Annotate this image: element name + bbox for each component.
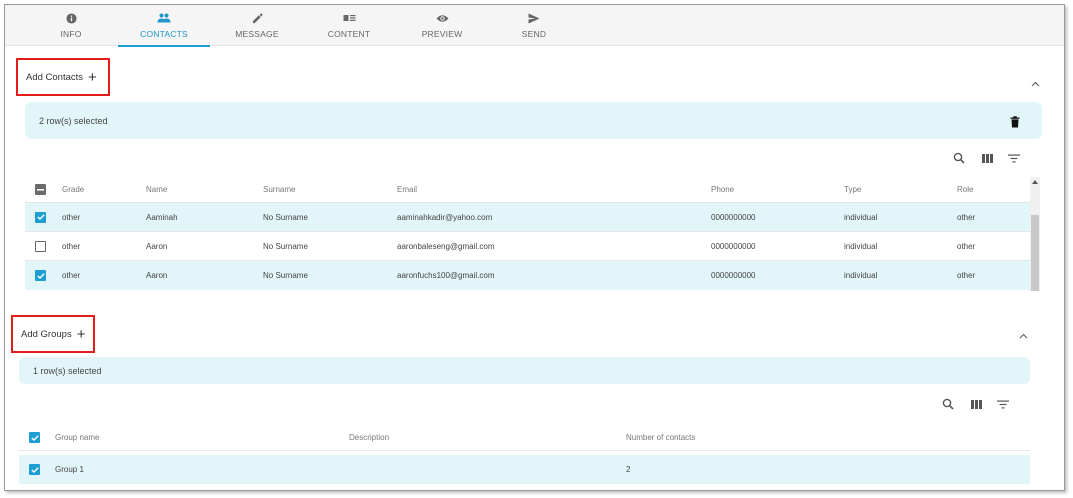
filter-icon[interactable] [1007, 151, 1021, 165]
contacts-table: Grade Name Surname Email Phone Type Role… [25, 177, 1030, 291]
cell-name: Aaminah [146, 212, 178, 222]
add-contacts-button[interactable]: Add Contacts + [16, 58, 110, 96]
plus-icon: + [88, 68, 97, 86]
select-all-groups-checkbox[interactable] [29, 432, 40, 443]
info-icon [63, 12, 79, 24]
cell-email: aaronbaleseng@gmail.com [397, 241, 495, 251]
cell-phone: 0000000000 [711, 241, 756, 251]
search-icon[interactable] [941, 397, 955, 411]
contacts-table-header: Grade Name Surname Email Phone Type Role [25, 177, 1030, 203]
column-header-group-name[interactable]: Group name [55, 425, 99, 450]
scroll-up-arrow-icon[interactable] [1032, 180, 1038, 184]
cell-surname: No Surname [263, 241, 308, 251]
tab-contacts-label: CONTACTS [140, 29, 188, 39]
columns-icon[interactable] [980, 151, 994, 165]
column-header-type[interactable]: Type [844, 177, 861, 202]
cell-phone: 0000000000 [711, 271, 756, 280]
cell-type: individual [844, 212, 878, 222]
contacts-scrollbar[interactable] [1030, 177, 1040, 291]
cell-grade: other [62, 241, 81, 251]
cell-type: individual [844, 241, 878, 251]
cell-name: Aaron [146, 271, 168, 280]
table-row[interactable]: other Aaron No Surname aaronfuchs100@gma… [25, 261, 1030, 290]
row-checkbox[interactable] [35, 211, 46, 223]
cell-phone: 0000000000 [711, 212, 756, 222]
tab-send-label: SEND [521, 29, 547, 39]
table-row[interactable]: Group 1 2 [19, 455, 1030, 484]
cell-grade: other [62, 271, 81, 280]
contacts-scroll-thumb[interactable] [1031, 215, 1039, 291]
send-icon [526, 12, 542, 24]
content-icon [341, 12, 357, 24]
chevron-up-icon[interactable] [1031, 74, 1041, 87]
cell-role: other [957, 212, 976, 222]
search-icon[interactable] [952, 151, 966, 165]
chevron-up-icon[interactable] [1019, 326, 1029, 339]
cell-number-of-contacts: 2 [626, 465, 631, 474]
cell-email: aaminahkadir@yahoo.com [397, 212, 493, 222]
cell-name: Aaron [146, 241, 168, 251]
column-header-role[interactable]: Role [957, 177, 973, 202]
columns-icon[interactable] [969, 397, 983, 411]
column-header-surname[interactable]: Surname [263, 177, 295, 202]
tab-info[interactable]: INFO [25, 5, 117, 46]
groups-selected-count: 1 row(s) selected [33, 365, 102, 376]
groups-table: Group name Description Number of contact… [19, 425, 1030, 487]
tab-content[interactable]: CONTENT [303, 5, 395, 46]
row-checkbox[interactable] [35, 240, 46, 252]
tab-message-label: MESSAGE [235, 29, 279, 39]
cell-grade: other [62, 212, 81, 222]
pencil-icon [249, 12, 265, 24]
table-row[interactable]: other Aaminah No Surname aaminahkadir@ya… [25, 203, 1030, 232]
table-row[interactable]: other Aaron No Surname aaronbaleseng@gma… [25, 232, 1030, 261]
tab-preview[interactable]: PREVIEW [396, 5, 488, 46]
row-checkbox[interactable] [29, 464, 40, 475]
cell-group-name: Group 1 [55, 465, 84, 474]
plus-icon: + [76, 325, 86, 343]
groups-selection-banner: 1 row(s) selected [19, 357, 1030, 384]
contacts-selection-banner: 2 row(s) selected [25, 102, 1042, 139]
column-header-email[interactable]: Email [397, 177, 417, 202]
cell-surname: No Surname [263, 271, 308, 280]
tab-info-label: INFO [60, 29, 82, 39]
tab-send[interactable]: SEND [488, 5, 580, 46]
cell-type: individual [844, 271, 878, 280]
eye-icon [434, 12, 450, 24]
column-header-grade[interactable]: Grade [62, 177, 84, 202]
column-header-number-of-contacts[interactable]: Number of contacts [626, 425, 695, 450]
add-groups-button[interactable]: Add Groups + [11, 315, 95, 353]
cell-role: other [957, 271, 976, 280]
filter-icon[interactable] [996, 397, 1010, 411]
campaign-editor-window: INFO CONTACTS MESSAGE CONTENT PREVIEW SE… [4, 4, 1065, 491]
add-groups-title: Add Groups [21, 328, 72, 340]
select-all-contacts-checkbox[interactable] [35, 184, 46, 195]
cell-email: aaronfuchs100@gmail.com [397, 271, 495, 280]
row-checkbox[interactable] [35, 270, 46, 281]
tab-content-label: CONTENT [327, 29, 371, 39]
add-contacts-title: Add Contacts [26, 71, 84, 83]
tab-preview-label: PREVIEW [421, 29, 463, 39]
delete-icon[interactable] [1010, 115, 1020, 128]
cell-role: other [957, 241, 976, 251]
people-icon [156, 12, 172, 24]
column-header-description[interactable]: Description [349, 425, 389, 450]
column-header-name[interactable]: Name [146, 177, 167, 202]
tab-contacts[interactable]: CONTACTS [118, 5, 210, 47]
tab-message[interactable]: MESSAGE [211, 5, 303, 46]
contacts-selected-count: 2 row(s) selected [39, 115, 108, 126]
column-header-phone[interactable]: Phone [711, 177, 734, 202]
cell-surname: No Surname [263, 212, 308, 222]
step-tabs: INFO CONTACTS MESSAGE CONTENT PREVIEW SE… [5, 5, 1064, 47]
groups-table-header: Group name Description Number of contact… [19, 425, 1030, 451]
